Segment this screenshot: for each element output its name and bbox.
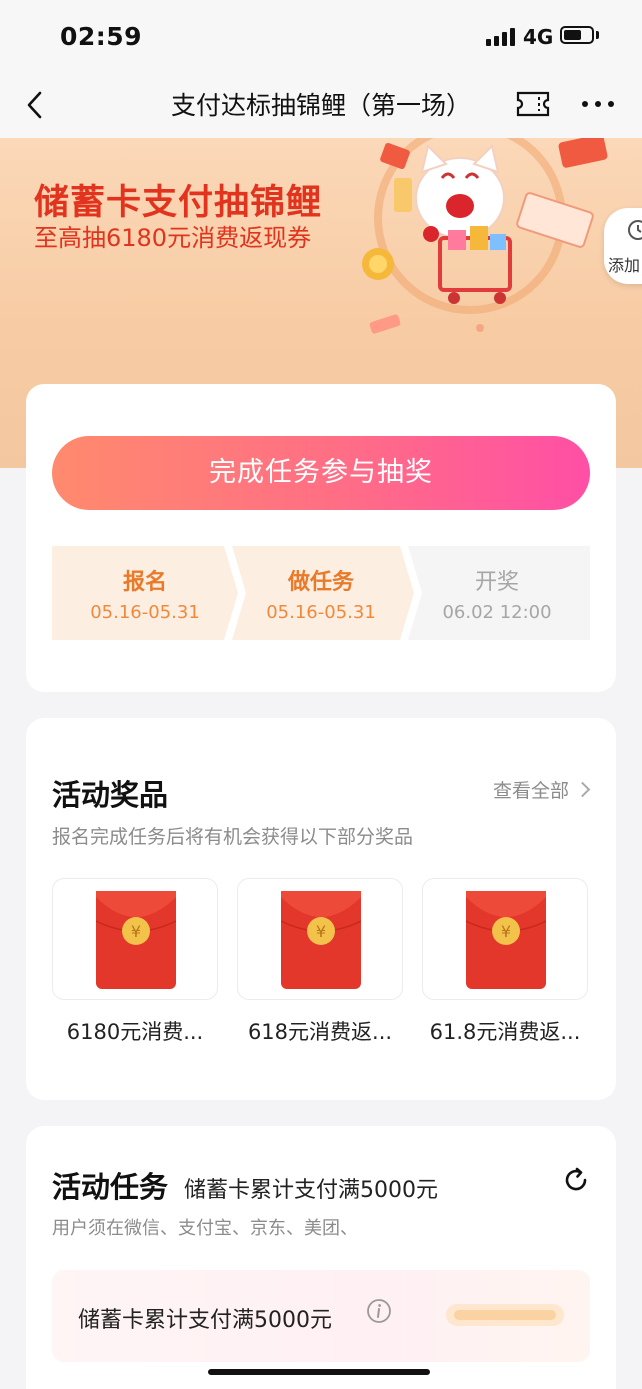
svg-text:¥: ¥: [316, 922, 326, 941]
add-shortcut-label: 添加: [608, 256, 641, 275]
chevron-right-icon: [574, 781, 591, 798]
red-envelope-icon: ¥: [281, 891, 361, 989]
refresh-icon[interactable]: [562, 1166, 590, 1194]
prizes-card: 活动奖品 查看全部 报名完成任务后将有机会获得以下部分奖品 ¥ 6180元消费.…: [26, 718, 616, 1100]
status-time: 02:59: [60, 22, 143, 51]
status-bar: 02:59 4G: [0, 0, 642, 72]
battery-tip: [596, 31, 599, 39]
tasks-subtitle: 储蓄卡累计支付满5000元: [184, 1178, 438, 1203]
step-draw-date: 06.02 12:00: [442, 602, 552, 623]
prize-image-box: ¥: [237, 878, 403, 1000]
battery-icon: [560, 26, 594, 44]
task-status-badge[interactable]: [446, 1302, 564, 1328]
info-icon[interactable]: [366, 1298, 392, 1324]
red-envelope-icon: ¥: [96, 891, 176, 989]
description-fade: [406, 1210, 592, 1238]
prize-item[interactable]: ¥ 6180元消费...: [52, 878, 218, 1046]
red-envelope-icon: ¥: [466, 891, 546, 989]
banner-subtitle: 至高抽6180元消费返现券: [34, 224, 312, 252]
prize-item[interactable]: ¥ 618元消费返...: [237, 878, 403, 1046]
network-type: 4G: [523, 25, 554, 49]
prize-name: 618元消费返...: [247, 1020, 393, 1044]
step-signup-label: 报名: [122, 570, 167, 595]
more-icon[interactable]: [580, 92, 616, 116]
task-item[interactable]: 储蓄卡累计支付满5000元: [52, 1270, 590, 1362]
nav-bar: 支付达标抽锦鲤（第一场）: [0, 72, 642, 138]
tasks-title: 活动任务: [52, 1170, 169, 1204]
signal-icon: [486, 28, 515, 46]
lucky-cat-illustration: [362, 138, 608, 334]
view-all-label: 查看全部: [492, 780, 569, 802]
prize-name: 61.8元消费返...: [429, 1020, 581, 1044]
ticket-icon[interactable]: [516, 91, 550, 117]
home-indicator: [208, 1369, 430, 1375]
prizes-title: 活动奖品: [52, 778, 169, 812]
tasks-card: 活动任务 储蓄卡累计支付满5000元 用户须在微信、支付宝、京东、美团、 储蓄卡…: [26, 1126, 616, 1389]
prize-image-box: ¥: [52, 878, 218, 1000]
prize-image-box: ¥: [422, 878, 588, 1000]
prizes-subtitle: 报名完成任务后将有机会获得以下部分奖品: [52, 826, 414, 848]
step-task-date: 05.16-05.31: [266, 602, 376, 623]
step-signup-date: 05.16-05.31: [90, 602, 200, 623]
lottery-steps: 报名 05.16-05.31 做任务 05.16-05.31 开奖 06.02 …: [52, 546, 590, 640]
step-task-label: 做任务: [287, 570, 354, 595]
svg-text:¥: ¥: [501, 922, 511, 941]
prize-item[interactable]: ¥ 61.8元消费返...: [422, 878, 588, 1046]
lottery-card: 完成任务参与抽奖 报名 05.16-05.31 做任务 05.16-05.31 …: [26, 384, 616, 692]
clock-add-icon: [628, 220, 642, 240]
join-lottery-button[interactable]: 完成任务参与抽奖: [52, 436, 590, 510]
step-draw-label: 开奖: [474, 570, 519, 595]
task-item-label: 储蓄卡累计支付满5000元: [78, 1308, 332, 1333]
svg-text:¥: ¥: [131, 922, 141, 941]
view-all-link[interactable]: 查看全部: [492, 776, 591, 803]
prize-name: 6180元消费...: [66, 1020, 204, 1044]
add-shortcut-button[interactable]: 添加: [604, 208, 642, 284]
